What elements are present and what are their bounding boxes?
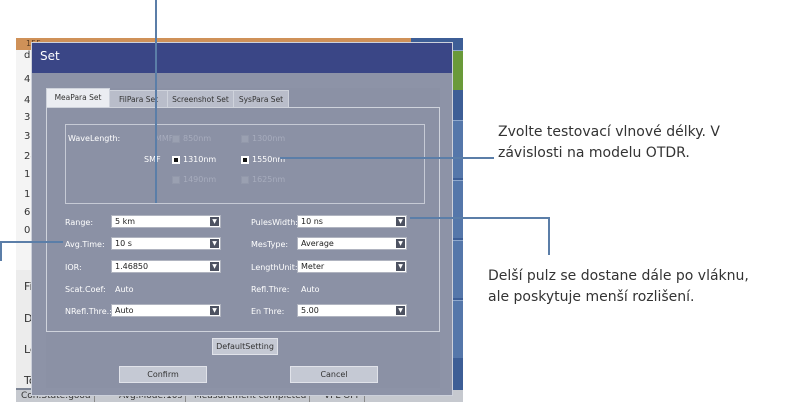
- chevron-down-icon: ▼: [396, 239, 405, 248]
- smf-label: SMF: [144, 155, 161, 164]
- scat-coef-value: Auto: [115, 285, 134, 294]
- range-select[interactable]: 5 km ▼: [111, 215, 221, 228]
- default-setting-button[interactable]: DefaultSetting: [212, 338, 278, 355]
- callout-line-pulse-drop: [548, 217, 550, 255]
- checkbox-1490nm[interactable]: [172, 176, 180, 184]
- confirm-button[interactable]: Confirm: [119, 366, 207, 383]
- checkbox-1310nm[interactable]: [172, 156, 180, 164]
- meapara-panel: WaveLength: MMF 850nm 1300nm SMF 1310nm …: [46, 107, 440, 332]
- en-thre-label: En Thre:: [251, 307, 285, 316]
- nrefl-thre-select[interactable]: Auto ▼: [111, 304, 221, 317]
- checkbox-label-1625nm: 1625nm: [252, 175, 286, 184]
- wavelength-group: WaveLength: MMF 850nm 1300nm SMF 1310nm …: [65, 124, 425, 204]
- dialog-title: Set: [32, 43, 452, 73]
- chevron-down-icon: ▼: [396, 306, 405, 315]
- callout-line-avg-time-drop: [0, 241, 2, 261]
- tab-screenshot-set[interactable]: Screenshot Set: [167, 90, 234, 108]
- checkbox-label-1490nm: 1490nm: [183, 175, 217, 184]
- cancel-button[interactable]: Cancel: [290, 366, 378, 383]
- callout-text: závislosti na modelu OTDR.: [498, 145, 690, 161]
- ior-label: IOR:: [65, 263, 82, 272]
- wavelength-label: WaveLength:: [68, 134, 121, 143]
- callout-text: Zvolte testovací vlnové délky. V: [498, 124, 720, 140]
- refl-thre-value: Auto: [301, 285, 320, 294]
- checkbox-label-1300nm: 1300nm: [252, 134, 286, 143]
- pulse-width-select[interactable]: 10 ns ▼: [297, 215, 407, 228]
- tab-meapara-set[interactable]: MeaPara Set: [46, 88, 110, 108]
- chevron-down-icon: ▼: [210, 239, 219, 248]
- chevron-down-icon: ▼: [210, 306, 219, 315]
- callout-text: Delší pulz se dostane dále po vláknu,: [488, 268, 749, 284]
- callout-wavelength: Zvolte testovací vlnové délky. V závislo…: [498, 122, 720, 164]
- tab-filpara-set[interactable]: FilPara Set: [109, 90, 168, 108]
- chevron-down-icon: ▼: [396, 217, 405, 226]
- callout-line-wavelength: [280, 157, 494, 159]
- set-dialog: Set MeaPara Set FilPara Set Screenshot S…: [31, 42, 453, 396]
- mes-type-label: MesType:: [251, 240, 289, 249]
- callout-line-pulse: [410, 217, 549, 219]
- checkbox-1300nm[interactable]: [241, 135, 249, 143]
- refl-thre-label: Refl.Thre:: [251, 285, 290, 294]
- tab-syspara-set[interactable]: SysPara Set: [233, 90, 289, 108]
- checkbox-1625nm[interactable]: [241, 176, 249, 184]
- avg-time-select[interactable]: 10 s ▼: [111, 237, 221, 250]
- callout-line-range: [155, 0, 157, 203]
- mmf-label: MMF: [155, 134, 174, 143]
- range-label: Range:: [65, 218, 94, 227]
- avg-time-label: Avg.Time:: [65, 240, 105, 249]
- length-unit-label: LengthUnit:: [251, 263, 298, 272]
- checkbox-label-850nm: 850nm: [183, 134, 212, 143]
- chevron-down-icon: ▼: [396, 262, 405, 271]
- nrefl-thre-label: NRefl.Thre.:: [65, 307, 112, 316]
- callout-line-avg-time: [0, 241, 63, 243]
- checkbox-label-1310nm: 1310nm: [183, 155, 217, 164]
- length-unit-select[interactable]: Meter ▼: [297, 260, 407, 273]
- ior-input[interactable]: 1.46850 ▼: [111, 260, 221, 273]
- chevron-down-icon: ▼: [210, 217, 219, 226]
- checkbox-850nm[interactable]: [172, 135, 180, 143]
- callout-pulse-width: Delší pulz se dostane dále po vláknu, al…: [488, 266, 749, 308]
- mes-type-select[interactable]: Average ▼: [297, 237, 407, 250]
- dialog-body: MeaPara Set FilPara Set Screenshot Set S…: [46, 88, 440, 388]
- scat-coef-label: Scat.Coef:: [65, 285, 106, 294]
- callout-text: ale poskytuje menší rozlišení.: [488, 289, 695, 305]
- checkbox-1550nm[interactable]: [241, 156, 249, 164]
- pulse-width-label: PulesWidth:: [251, 218, 299, 227]
- chevron-down-icon: ▼: [210, 262, 219, 271]
- en-thre-select[interactable]: 5.00 ▼: [297, 304, 407, 317]
